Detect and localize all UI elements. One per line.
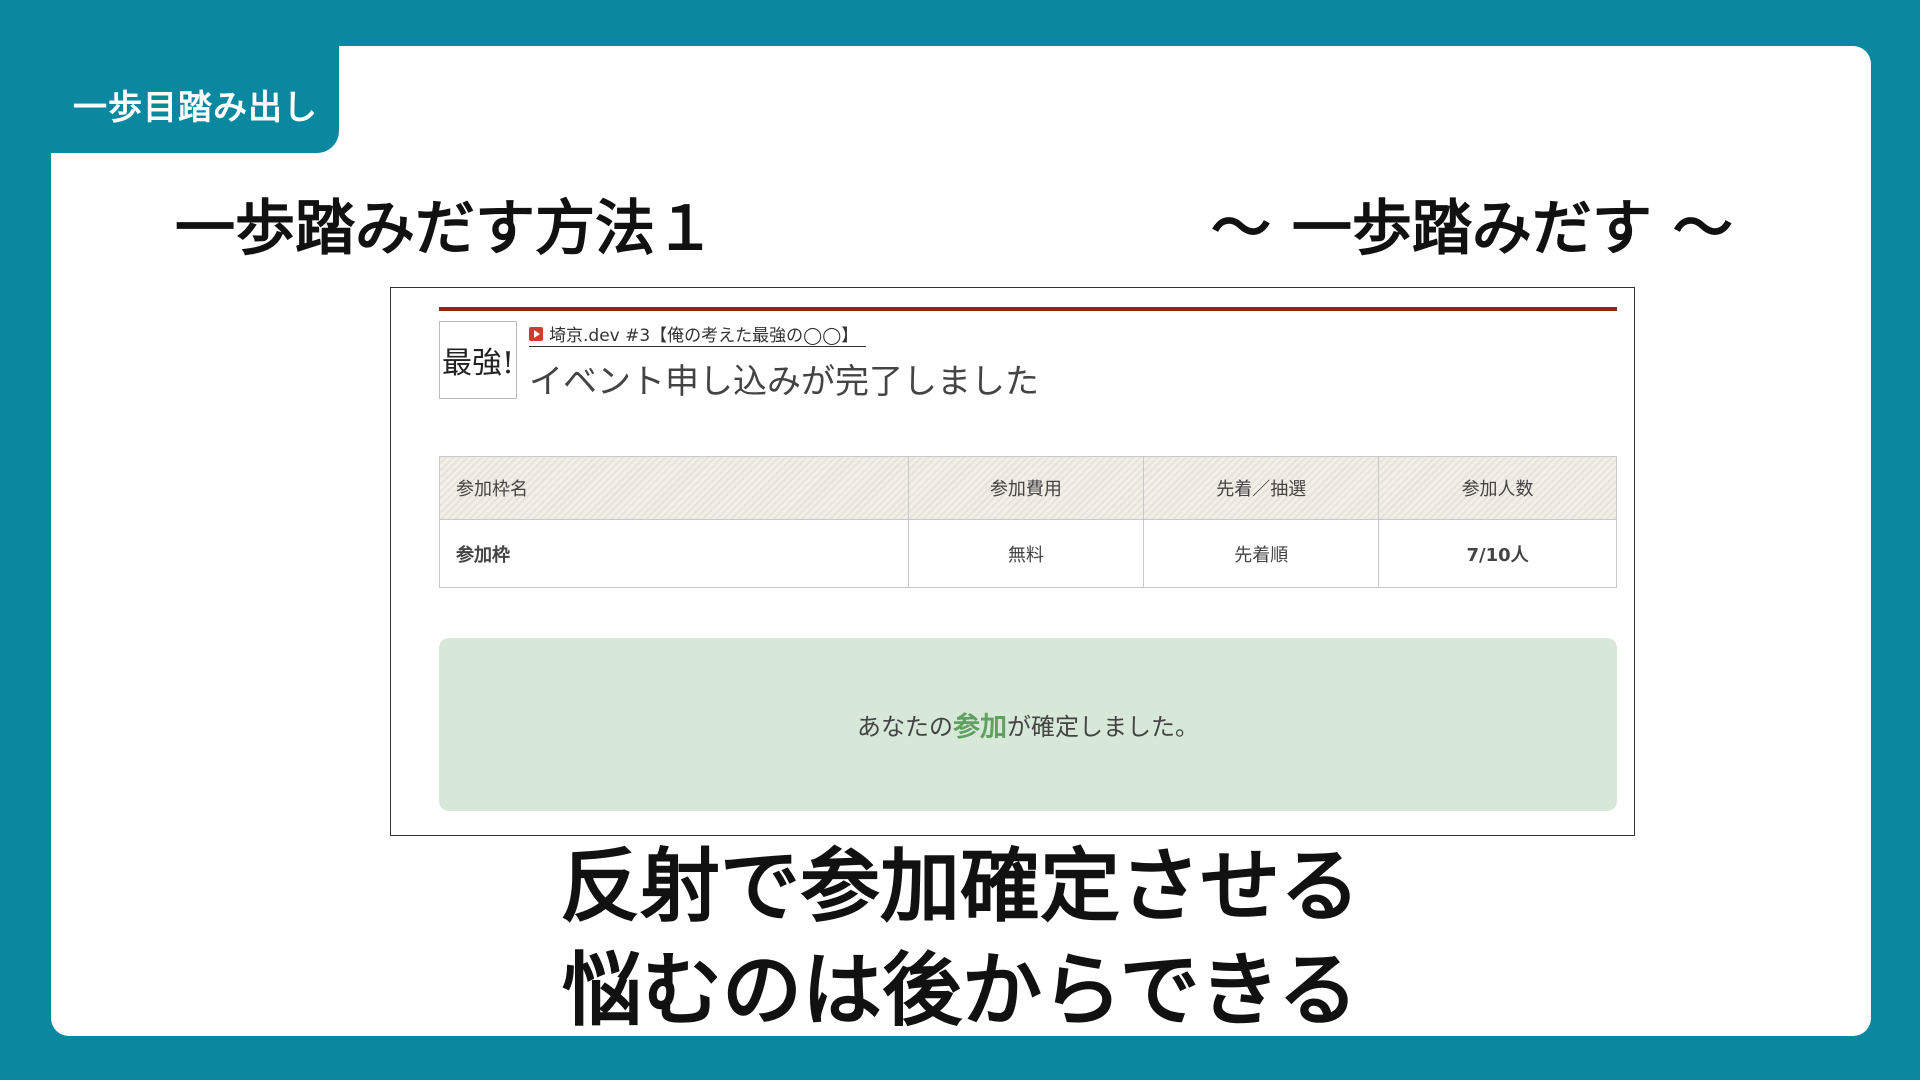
confirm-text-before: あなたの	[857, 713, 953, 741]
play-icon	[529, 326, 543, 341]
table-header: 先着／抽選	[1143, 456, 1380, 520]
event-page-screenshot: 最強! 埼京.dev #3【俺の考えた最強の◯◯】 イベント申し込みが完了しまし…	[390, 287, 1635, 836]
confirm-text-after: が確定しました。	[1007, 713, 1199, 741]
table-header: 参加枠名	[439, 456, 909, 520]
event-link-label: 埼京.dev #3【俺の考えた最強の◯◯】	[549, 326, 859, 346]
table-header: 参加人数	[1378, 456, 1617, 520]
complete-title: イベント申し込みが完了しました	[529, 362, 1039, 402]
entry-table: 参加枠名 参加費用 先着／抽選 参加人数 参加枠 無料 先着順 7/10人	[439, 456, 1617, 588]
message-line-2: 悩むのは後からできる	[562, 944, 1358, 1037]
slide-title: 一歩踏みだす方法１	[175, 194, 715, 264]
slide-subtitle: 〜 一歩踏みだす 〜	[1211, 194, 1733, 264]
event-link[interactable]: 埼京.dev #3【俺の考えた最強の◯◯】	[529, 321, 867, 347]
table-row: 参加枠 無料 先着順 7/10人	[439, 519, 1617, 588]
event-thumbnail: 最強!	[439, 321, 517, 399]
confirm-text-accent: 参加	[953, 712, 1007, 743]
table-cell: 無料	[907, 519, 1145, 588]
table-cell: 7/10人	[1378, 519, 1617, 588]
message-line-1: 反射で参加確定させる	[560, 840, 1360, 933]
table-cell: 参加枠	[439, 519, 909, 588]
confirmation-message: あなたの 参加 が確定しました。	[439, 638, 1617, 811]
table-cell: 先着順	[1143, 519, 1380, 588]
table-header: 参加費用	[907, 456, 1145, 520]
section-tag: 一歩目踏み出し	[51, 46, 339, 153]
header-bar	[439, 307, 1617, 311]
table-header-row: 参加枠名 参加費用 先着／抽選 参加人数	[439, 456, 1617, 520]
